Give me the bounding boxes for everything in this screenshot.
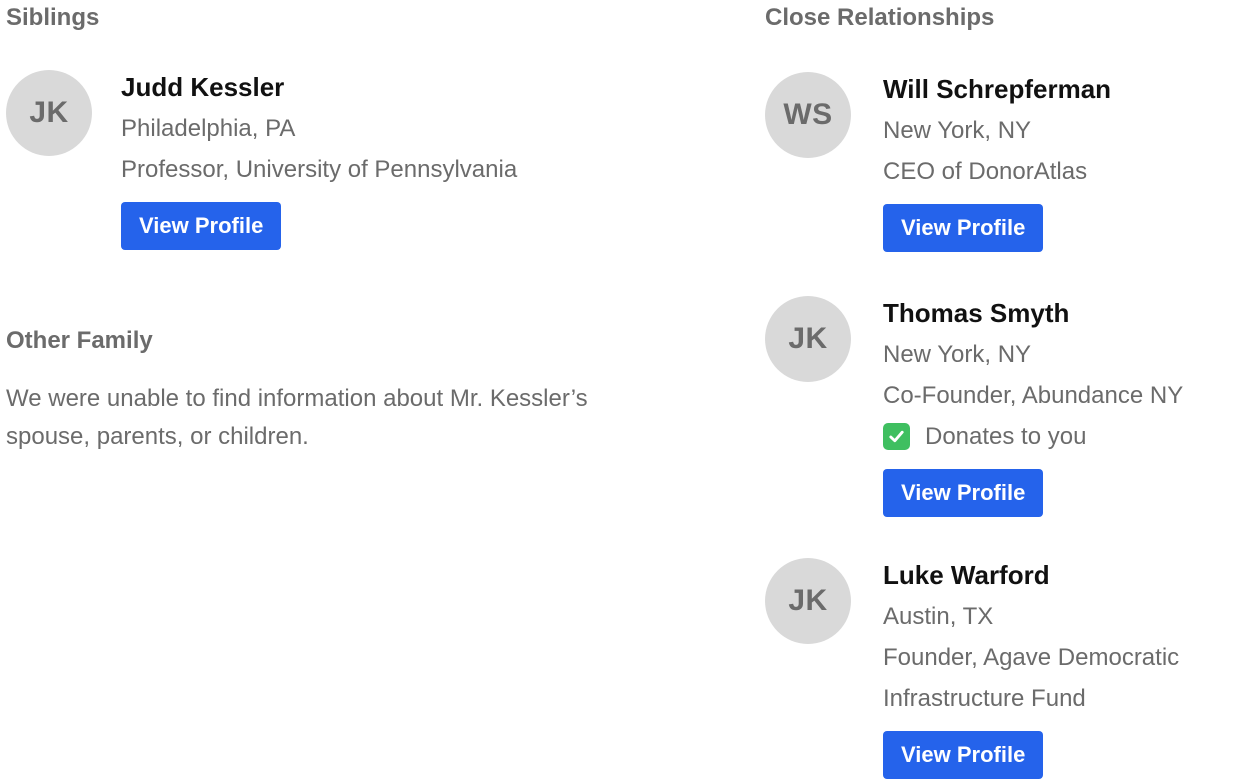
view-profile-button[interactable]: View Profile [883, 204, 1044, 252]
person-role-line-2: Infrastructure Fund [883, 685, 1086, 712]
person-name: Will Schrepferman [883, 74, 1112, 104]
person-role: CEO of DonorAtlas [883, 158, 1088, 185]
person-location: Philadelphia, PA [121, 115, 296, 142]
siblings-heading: Siblings [6, 4, 100, 31]
other-family-text: We were unable to find information about… [6, 385, 588, 450]
avatar: JK [765, 296, 851, 382]
person-role-line-1: Founder, Agave Democratic [883, 644, 1180, 671]
person-role: Professor, University of Pennsylvania [121, 156, 518, 183]
view-profile-button[interactable]: View Profile [121, 202, 282, 250]
avatar: WS [765, 72, 851, 158]
donates-badge: Donates to you [883, 416, 1183, 457]
view-profile-button[interactable]: View Profile [883, 731, 1044, 779]
check-icon [883, 423, 910, 450]
person-location: Austin, TX [883, 603, 994, 630]
other-family-heading: Other Family [6, 327, 153, 354]
person-location: New York, NY [883, 341, 1032, 368]
person-name: Thomas Smyth [883, 298, 1070, 328]
relationship-info: Thomas Smyth New York, NY Co-Founder, Ab… [883, 298, 1183, 517]
person-name: Luke Warford [883, 560, 1050, 590]
avatar: JK [6, 70, 92, 156]
donates-label: Donates to you [925, 423, 1087, 450]
person-name: Judd Kessler [121, 72, 285, 102]
person-location: New York, NY [883, 117, 1032, 144]
view-profile-button[interactable]: View Profile [883, 469, 1044, 517]
avatar: JK [765, 558, 851, 644]
close-relationships-heading: Close Relationships [765, 4, 995, 31]
sibling-info: Judd Kessler Philadelphia, PA Professor,… [121, 72, 517, 250]
person-role: Co-Founder, Abundance NY [883, 382, 1184, 409]
relationship-info: Will Schrepferman New York, NY CEO of Do… [883, 74, 1111, 252]
relationship-info: Luke Warford Austin, TX Founder, Agave D… [883, 560, 1179, 779]
